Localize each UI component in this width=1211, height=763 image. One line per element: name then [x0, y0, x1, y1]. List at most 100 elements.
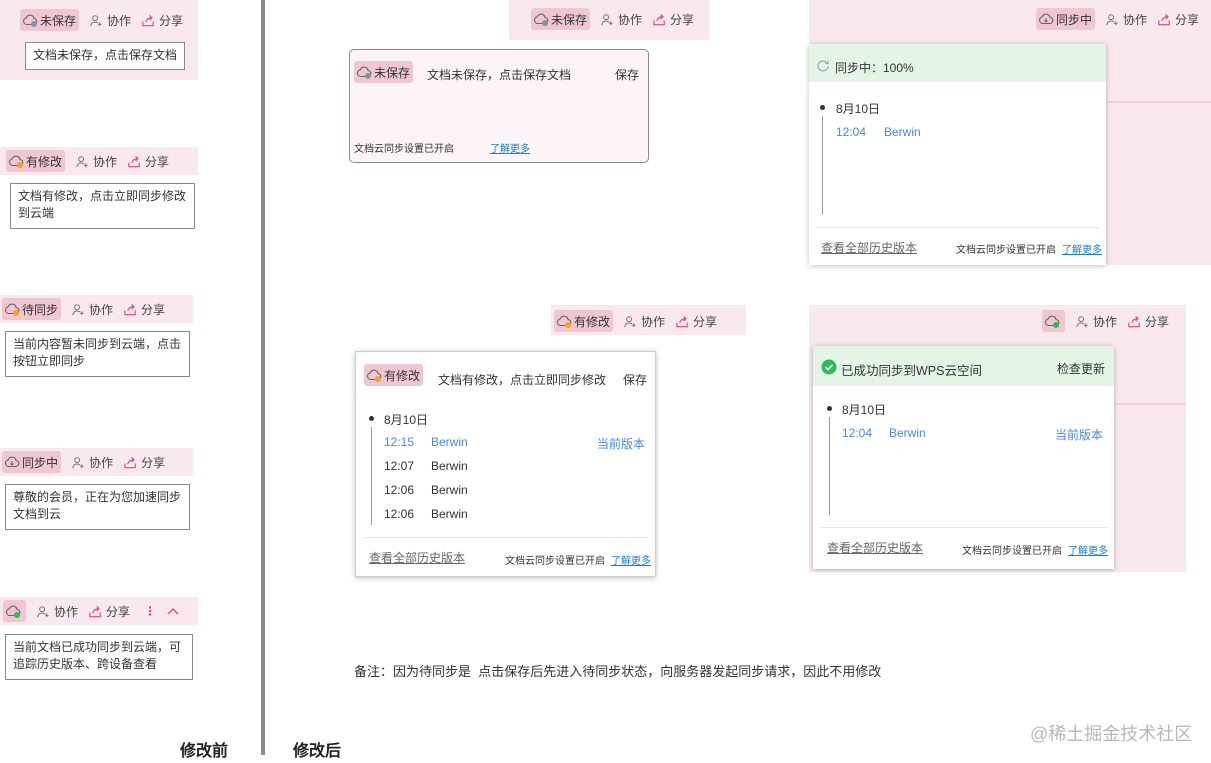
share-button[interactable]: 分享: [123, 454, 165, 471]
collab-label: 协作: [93, 154, 118, 169]
unsaved-status-button[interactable]: 未保存: [20, 9, 80, 31]
before-pending-tooltip: 当前内容暂未同步到云端，点击按钮立即同步: [5, 331, 190, 377]
view-history-link[interactable]: 查看全部历史版本: [369, 549, 465, 566]
synced-status-button[interactable]: [1042, 310, 1065, 332]
cloud-modified-icon: [556, 313, 572, 328]
share-icon: [88, 604, 103, 619]
share-icon: [123, 302, 138, 317]
entry-user[interactable]: Berwin: [884, 125, 921, 139]
collab-button[interactable]: 协作: [71, 301, 113, 318]
unsaved-panel: 未保存 文档未保存，点击保存文档 保存 文档云同步设置已开启 了解更多: [349, 49, 649, 163]
collab-button[interactable]: 协作: [75, 153, 117, 170]
entry-time[interactable]: 12:15: [384, 435, 414, 449]
add-user-icon: [600, 12, 615, 27]
share-button[interactable]: 分享: [1157, 11, 1199, 28]
entry-user[interactable]: Berwin: [431, 459, 468, 473]
status-label: 同步中: [22, 455, 59, 470]
collab-button[interactable]: 协作: [1105, 11, 1147, 28]
before-unsaved-tooltip: 文档未保存，点击保存文档: [25, 42, 185, 70]
tooltip-text: 当前内容暂未同步到云端，点击按钮立即同步: [13, 337, 182, 368]
share-button[interactable]: 分享: [652, 11, 694, 28]
tooltip-text: 文档有修改，点击立即同步修改到云端: [18, 189, 187, 220]
cloud-setting-text: 文档云同步设置已开启: [354, 144, 454, 155]
save-button[interactable]: 保存: [623, 371, 647, 388]
collab-button[interactable]: 协作: [71, 454, 113, 471]
entry-time[interactable]: 12:07: [384, 459, 414, 473]
before-syncing-tooltip: 尊敬的会员，正在为您加速同步文档到云: [5, 484, 190, 530]
cloud-setting-text: 文档云同步设置已开启: [505, 556, 605, 567]
share-icon: [127, 154, 142, 169]
pending-status-button[interactable]: 待同步: [2, 298, 62, 320]
add-user-icon: [623, 314, 638, 329]
save-button[interactable]: 保存: [615, 66, 639, 83]
entry-user[interactable]: Berwin: [431, 435, 468, 449]
cloud-unsaved-icon: [22, 12, 38, 27]
timeline-dot: [820, 105, 825, 110]
cloud-unsaved-icon: [356, 64, 372, 79]
view-history-link[interactable]: 查看全部历史版本: [821, 239, 917, 256]
unsaved-status-button[interactable]: 未保存: [531, 8, 591, 30]
unsaved-message: 文档未保存，点击保存文档: [427, 68, 572, 82]
entry-time[interactable]: 12:04: [836, 125, 866, 139]
collab-button[interactable]: 协作: [600, 11, 642, 28]
view-history-link[interactable]: 查看全部历史版本: [827, 539, 923, 556]
learn-more-link[interactable]: 了解更多: [490, 140, 530, 155]
share-icon: [1127, 314, 1142, 329]
tooltip-text: 尊敬的会员，正在为您加速同步文档到云: [13, 490, 182, 521]
add-user-icon: [89, 13, 104, 28]
cloud-setting-text: 文档云同步设置已开启: [962, 546, 1062, 557]
entry-time[interactable]: 12:06: [384, 483, 414, 497]
collab-label: 协作: [89, 302, 114, 317]
collab-button[interactable]: 协作: [623, 313, 665, 330]
collab-button[interactable]: 协作: [89, 12, 131, 29]
entry-time[interactable]: 12:04: [842, 426, 872, 440]
status-label: 有修改: [26, 154, 63, 169]
more-button[interactable]: ⋮: [144, 604, 156, 618]
collab-button[interactable]: 协作: [36, 603, 78, 620]
syncing-panel: 同步中：100% 8月10日 12:04 Berwin 查看全部历史版本 文档云…: [809, 44, 1106, 265]
chevron-up-icon[interactable]: [166, 604, 183, 618]
learn-more-link[interactable]: 了解更多: [1062, 241, 1102, 256]
modified-status-chip[interactable]: 有修改: [364, 364, 424, 386]
unsaved-status-chip[interactable]: 未保存: [354, 61, 414, 83]
after-unsaved-toolbar: 未保存 协作 分享: [531, 7, 694, 31]
learn-more-link[interactable]: 了解更多: [1068, 542, 1108, 557]
after-synced-bg-line: [1114, 403, 1186, 405]
check-update-button[interactable]: 检查更新: [1057, 360, 1105, 377]
refresh-icon: [817, 60, 829, 72]
footer-divider: [364, 537, 648, 538]
share-button[interactable]: 分享: [127, 153, 169, 170]
add-user-icon: [1105, 12, 1120, 27]
modified-status-button[interactable]: 有修改: [6, 150, 66, 172]
modified-status-button[interactable]: 有修改: [554, 310, 614, 332]
entry-time[interactable]: 12:06: [384, 507, 414, 521]
synced-status-button[interactable]: [3, 600, 26, 622]
tooltip-text: 当前文档已成功同步到云端，可追踪历史版本、跨设备查看: [13, 640, 182, 671]
syncing-status-button[interactable]: 同步中: [2, 451, 62, 473]
entry-user[interactable]: Berwin: [431, 483, 468, 497]
share-button[interactable]: 分享: [1127, 313, 1169, 330]
share-button[interactable]: 分享: [123, 301, 165, 318]
share-button[interactable]: 分享: [675, 313, 717, 330]
timeline-dot: [369, 416, 374, 421]
syncing-status-button[interactable]: 同步中: [1036, 8, 1096, 30]
collab-button[interactable]: 协作: [1075, 313, 1117, 330]
before-modified-tooltip: 文档有修改，点击立即同步修改到云端: [10, 183, 195, 229]
after-syncing-bg-line: [1106, 101, 1211, 103]
current-version-label: 当前版本: [1055, 428, 1104, 442]
share-button[interactable]: 分享: [88, 603, 130, 620]
entry-user[interactable]: Berwin: [431, 507, 468, 521]
share-icon: [675, 314, 690, 329]
add-user-icon: [71, 455, 86, 470]
timeline-line: [829, 417, 830, 515]
learn-more-link[interactable]: 了解更多: [611, 552, 651, 567]
before-title: 修改前: [180, 743, 229, 760]
status-label: 未保存: [374, 65, 411, 80]
entry-user[interactable]: Berwin: [889, 426, 926, 440]
status-label: 同步中: [1056, 12, 1093, 27]
cloud-setting-text: 文档云同步设置已开启: [956, 245, 1056, 256]
cloud-unsaved-icon: [533, 11, 549, 26]
status-label: 有修改: [574, 314, 611, 329]
share-button[interactable]: 分享: [141, 12, 183, 29]
timeline-date: 8月10日: [836, 102, 881, 116]
